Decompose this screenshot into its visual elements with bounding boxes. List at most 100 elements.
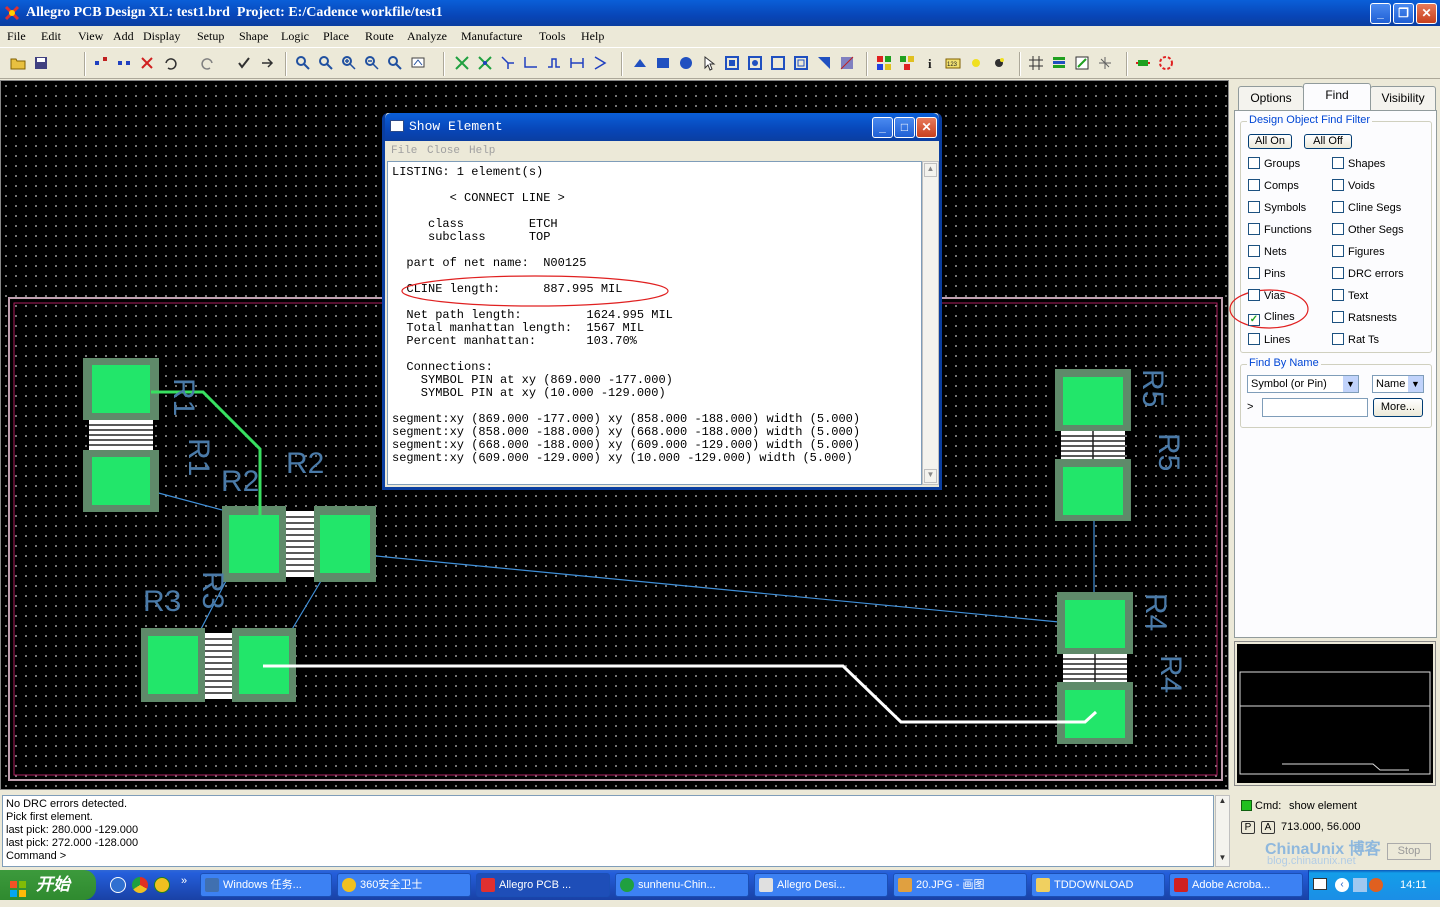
checkbox-box[interactable] [1332, 179, 1344, 191]
checkbox-box[interactable] [1332, 201, 1344, 213]
360-quicklaunch-icon[interactable] [154, 877, 170, 893]
filter-other-segs-checkbox[interactable]: Other Segs [1332, 223, 1404, 236]
layers-icon[interactable] [1051, 55, 1067, 71]
checkbox-box[interactable] [1332, 311, 1344, 323]
command-prompt[interactable]: Command > [6, 850, 1210, 863]
select-shape-icon[interactable] [701, 55, 717, 71]
redraw-icon[interactable] [410, 55, 426, 71]
find-mode-select[interactable]: Name ▼ [1372, 375, 1424, 393]
scroll-down-icon[interactable]: ▼ [924, 469, 937, 483]
task-windows-task-manager[interactable]: Windows 任务... [200, 873, 332, 897]
all-off-button[interactable]: All Off [1304, 134, 1352, 149]
place-manual-icon[interactable] [1135, 55, 1151, 71]
constraint-icon[interactable] [1074, 55, 1090, 71]
measure-icon[interactable]: 123 [945, 55, 961, 71]
listing-scrollbar[interactable]: ▲ ▼ [922, 161, 939, 485]
checkbox-box[interactable] [1248, 179, 1260, 191]
menu-place[interactable]: Place [323, 29, 349, 44]
merge-shapes-icon[interactable] [747, 55, 763, 71]
filter-nets-checkbox[interactable]: Nets [1248, 245, 1287, 258]
slide-icon[interactable] [477, 55, 493, 71]
delay-tune-icon[interactable] [500, 55, 516, 71]
shape-edit-icon[interactable] [724, 55, 740, 71]
filter-pins-checkbox[interactable]: Pins [1248, 267, 1285, 280]
listing-text-area[interactable]: LISTING: 1 element(s) < CONNECT LINE > c… [387, 161, 922, 485]
menu-route[interactable]: Route [365, 29, 394, 44]
info-icon[interactable]: i [922, 55, 938, 71]
world-view-minimap[interactable] [1234, 641, 1436, 786]
find-type-select[interactable]: Symbol (or Pin) ▼ [1247, 375, 1359, 393]
checkbox-box[interactable] [1332, 289, 1344, 301]
tab-visibility[interactable]: Visibility [1370, 86, 1436, 110]
dialog-minimize-button[interactable]: _ [872, 117, 893, 138]
move-icon[interactable] [93, 55, 109, 71]
dialog-menu-help[interactable]: Help [469, 145, 495, 157]
stop-button[interactable]: Stop [1387, 843, 1431, 860]
filter-lines-checkbox[interactable]: Lines [1248, 333, 1290, 346]
zoom-points-icon[interactable] [295, 55, 311, 71]
void-element-icon[interactable] [816, 55, 832, 71]
menu-display[interactable]: Display [143, 29, 180, 44]
shape-add-icon[interactable] [632, 55, 648, 71]
chevron-down-icon[interactable]: ▼ [1408, 376, 1423, 392]
arrow-right-icon[interactable] [592, 55, 608, 71]
maximize-button[interactable]: ❐ [1393, 3, 1414, 24]
find-name-input[interactable] [1262, 398, 1368, 417]
quicklaunch-expand-icon[interactable]: » [181, 875, 187, 887]
checkbox-box[interactable] [1332, 245, 1344, 257]
checkbox-box[interactable] [1332, 267, 1344, 279]
filter-text-checkbox[interactable]: Text [1332, 289, 1368, 302]
checkbox-box[interactable] [1332, 333, 1344, 345]
task-allegro-design[interactable]: Allegro Desi... [754, 873, 888, 897]
log-scrollbar[interactable]: ▲ ▼ [1215, 795, 1230, 867]
filter-drc-errors-checkbox[interactable]: DRC errors [1332, 267, 1404, 280]
filter-cline-segs-checkbox[interactable]: Cline Segs [1332, 201, 1401, 214]
checkbox-box[interactable] [1248, 245, 1260, 257]
zoom-in-icon[interactable] [341, 55, 357, 71]
chevron-down-icon[interactable]: ▼ [1343, 376, 1358, 392]
menu-tools[interactable]: Tools [539, 29, 566, 44]
chrome-quicklaunch-icon[interactable] [132, 877, 148, 893]
scroll-down-icon[interactable]: ▼ [1216, 853, 1229, 866]
start-button[interactable]: 开始 [0, 870, 96, 900]
circle-icon[interactable] [678, 55, 694, 71]
rectangle-icon[interactable] [655, 55, 671, 71]
menu-setup[interactable]: Setup [197, 29, 224, 44]
dialog-menu-close[interactable]: Close [427, 145, 460, 157]
zoom-previous-icon[interactable] [387, 55, 403, 71]
scroll-up-icon[interactable]: ▲ [1216, 796, 1229, 809]
done-icon[interactable] [236, 55, 252, 71]
dehighlight-icon[interactable] [991, 55, 1007, 71]
scroll-up-icon[interactable]: ▲ [924, 163, 937, 177]
task-adobe-acrobat[interactable]: Adobe Acroba... [1169, 873, 1303, 897]
edit-boundary-icon[interactable] [839, 55, 855, 71]
pick-mode-p-button[interactable]: P [1241, 821, 1255, 834]
vertex-icon[interactable] [546, 55, 562, 71]
pick-mode-a-button[interactable]: A [1261, 821, 1275, 834]
checkbox-box[interactable] [1248, 157, 1260, 169]
filter-figures-checkbox[interactable]: Figures [1332, 245, 1385, 258]
filter-groups-checkbox[interactable]: Groups [1248, 157, 1300, 170]
checkbox-box[interactable] [1248, 333, 1260, 345]
task-allegro-pcb[interactable]: Allegro PCB ... [476, 873, 610, 897]
menu-analyze[interactable]: Analyze [407, 29, 447, 44]
minimize-button[interactable]: _ [1370, 3, 1391, 24]
menu-file[interactable]: File [7, 29, 26, 44]
redo-icon[interactable] [200, 55, 216, 71]
color-icon[interactable] [876, 55, 892, 71]
dialog-menu-file[interactable]: File [391, 145, 417, 157]
menu-shape[interactable]: Shape [239, 29, 268, 44]
checkbox-box[interactable]: ✓ [1248, 314, 1260, 326]
cancel-icon[interactable] [259, 55, 275, 71]
grid-icon[interactable] [1028, 55, 1044, 71]
spread-icon[interactable] [569, 55, 585, 71]
zoom-out-icon[interactable] [364, 55, 380, 71]
zoom-fit-icon[interactable] [318, 55, 334, 71]
filter-rat-ts-checkbox[interactable]: Rat Ts [1332, 333, 1379, 346]
drc-icon[interactable] [1097, 55, 1113, 71]
close-button[interactable]: ✕ [1416, 3, 1437, 24]
filter-shapes-checkbox[interactable]: Shapes [1332, 157, 1385, 170]
task-tddownload[interactable]: TDDOWNLOAD [1031, 873, 1165, 897]
void-circle-icon[interactable] [793, 55, 809, 71]
dialog-close-button[interactable]: ✕ [916, 117, 937, 138]
